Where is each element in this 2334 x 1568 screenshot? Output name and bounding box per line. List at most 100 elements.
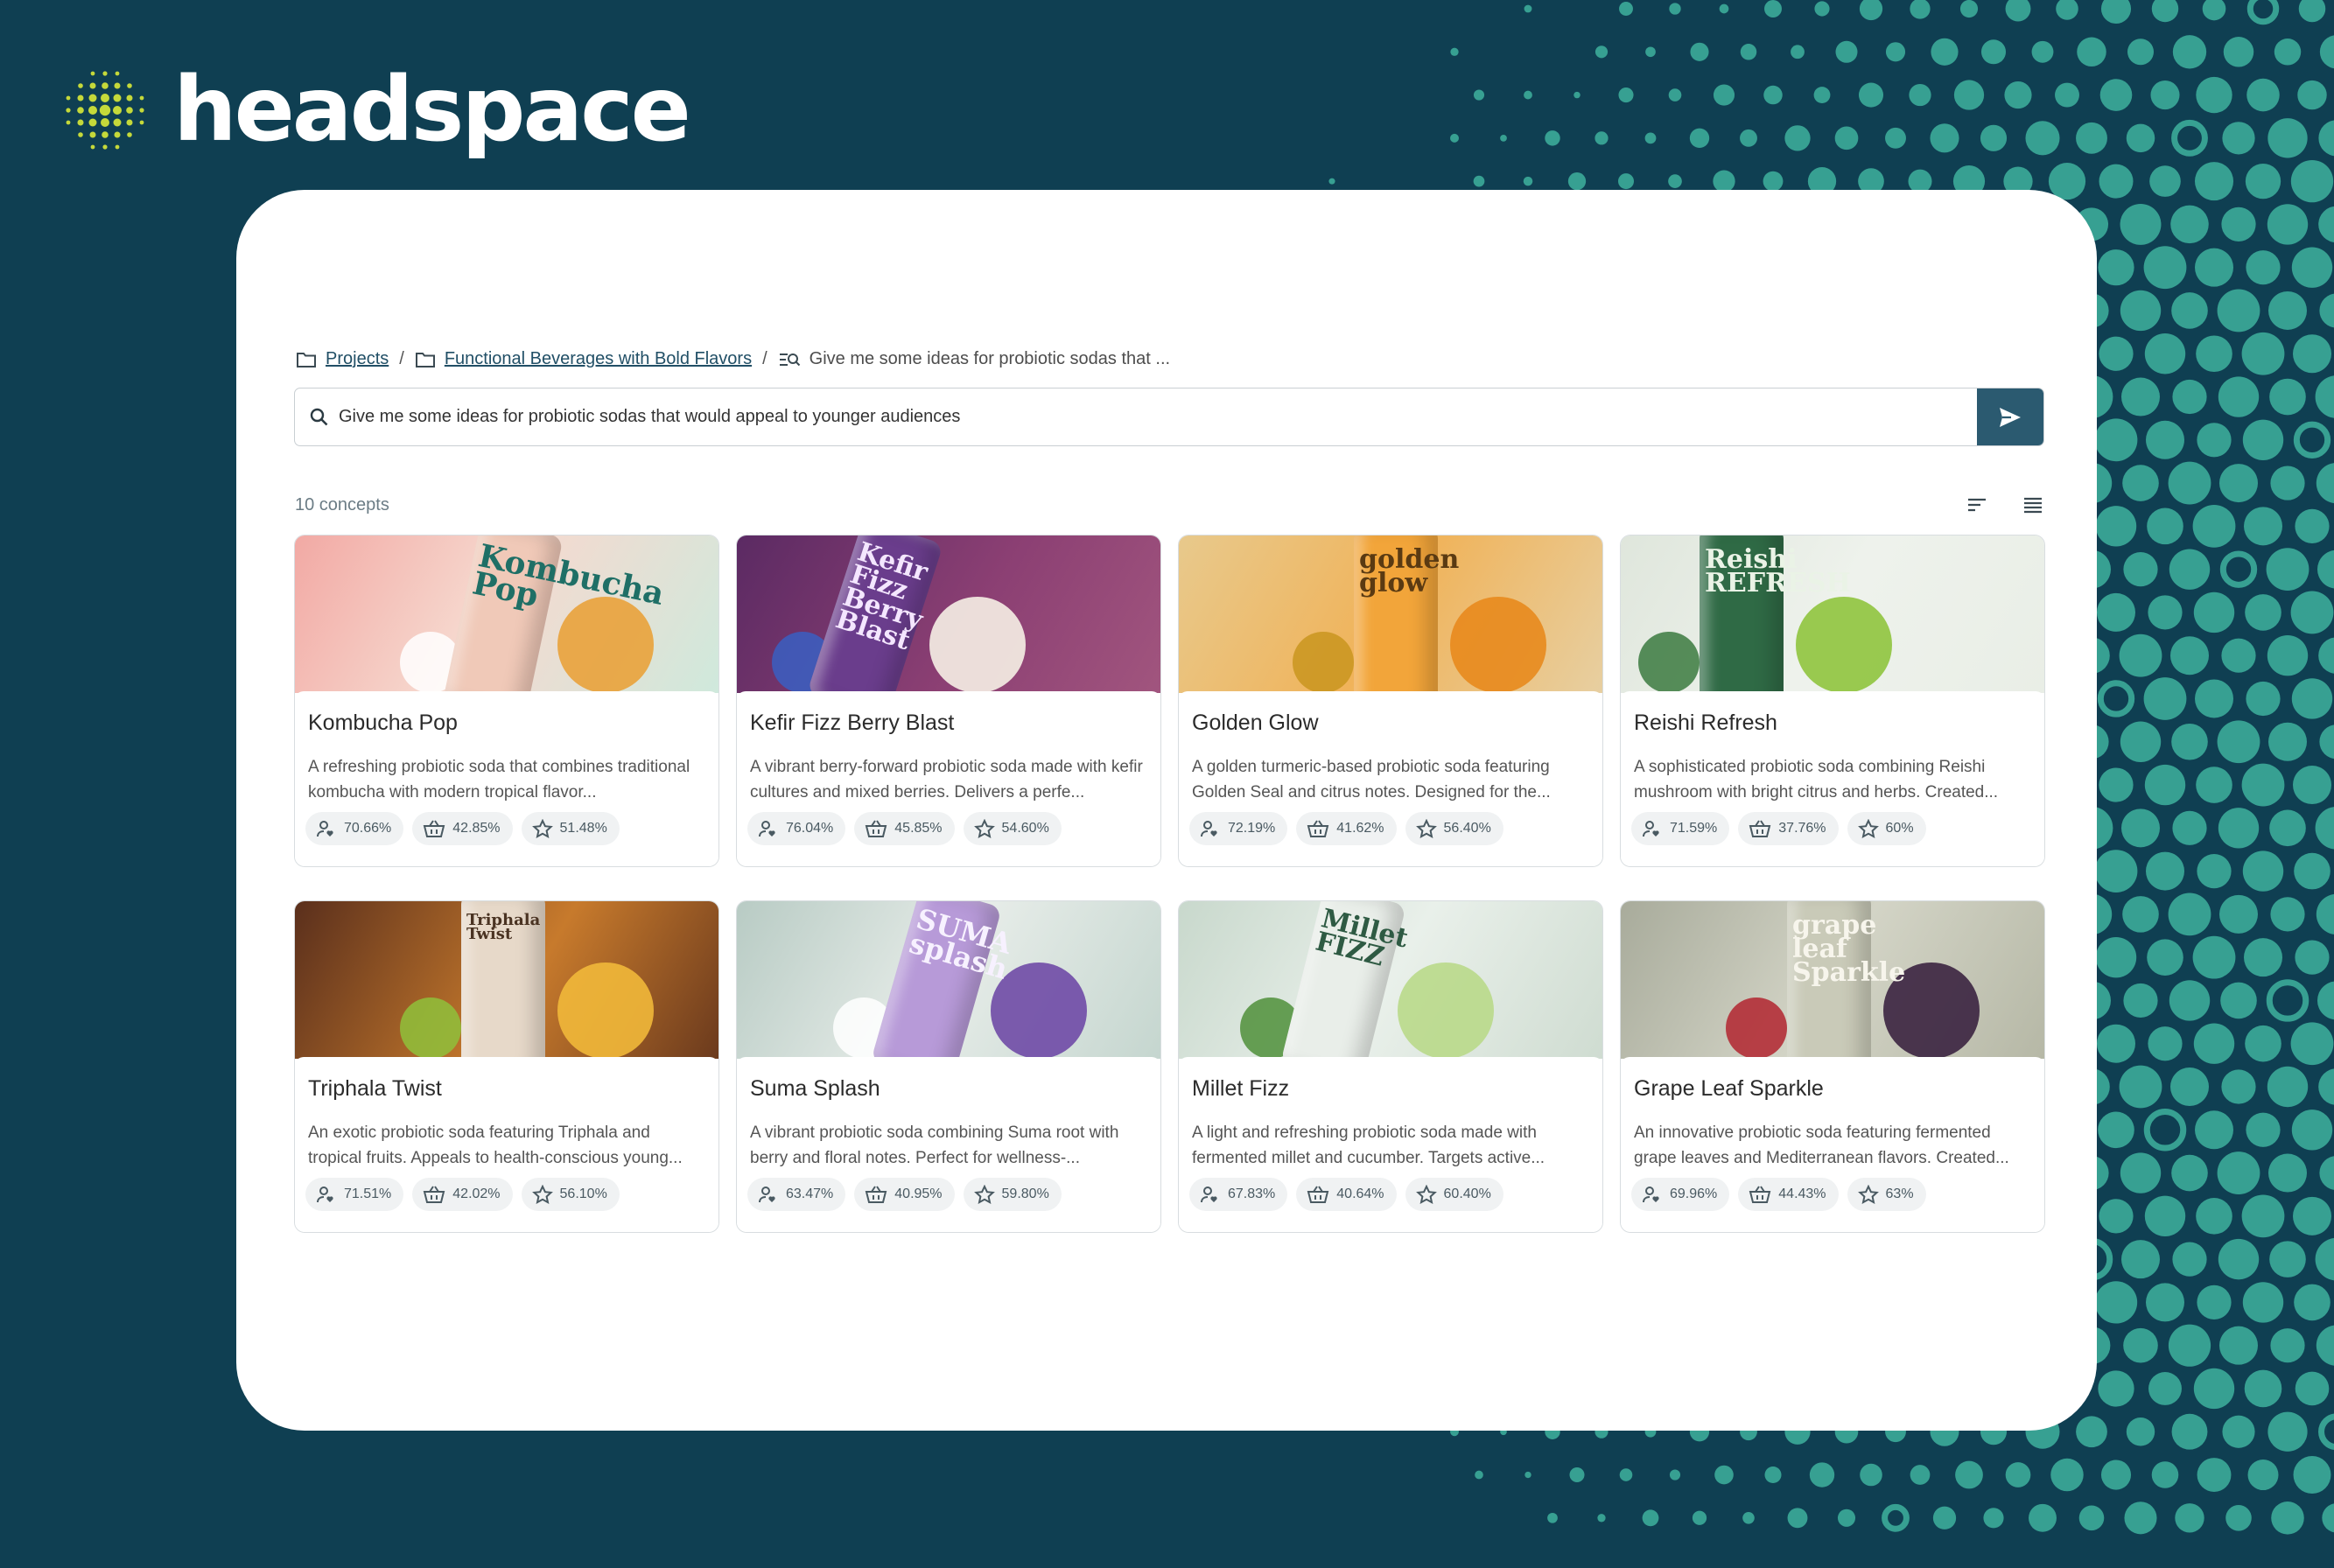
star-icon xyxy=(531,1185,553,1204)
metric-chip: 70.66% xyxy=(305,812,404,845)
concept-metrics: 71.51% 42.02% 56.10% xyxy=(305,1178,620,1211)
concept-description: A refreshing probiotic soda that combine… xyxy=(308,758,690,802)
fruit-decoration xyxy=(1638,632,1700,693)
metric-chip: 56.10% xyxy=(521,1178,620,1211)
concept-title: Reishi Refresh xyxy=(1634,710,1777,735)
metric-chip: 67.83% xyxy=(1189,1178,1288,1211)
concept-image: Millet FIZZ xyxy=(1179,901,1602,1059)
search-icon xyxy=(310,408,328,425)
soda-can: Triphala Twist xyxy=(461,901,545,1059)
concept-image: golden glow xyxy=(1179,536,1602,693)
metric-value: 60.40% xyxy=(1443,1186,1491,1201)
metric-value: 51.48% xyxy=(559,821,607,836)
metric-chip: 71.59% xyxy=(1631,812,1730,845)
metric-value: 41.62% xyxy=(1336,821,1384,836)
metric-chip: 71.51% xyxy=(305,1178,404,1211)
search-bar xyxy=(294,388,2044,446)
metric-chip: 60% xyxy=(1847,812,1926,845)
concept-title: Triphala Twist xyxy=(308,1076,442,1101)
metric-value: 44.43% xyxy=(1778,1186,1826,1201)
concept-metrics: 63.47% 40.95% 59.80% xyxy=(747,1178,1062,1211)
brand-name: headspace xyxy=(173,58,691,162)
metric-chip: 60.40% xyxy=(1405,1178,1503,1211)
concept-card-body: Kefir Fizz Berry Blast A vibrant berry-f… xyxy=(737,691,1160,866)
concept-card[interactable]: Millet FIZZ Millet Fizz A light and refre… xyxy=(1178,900,1603,1233)
concept-image: Kombucha Pop xyxy=(295,536,718,693)
basket-icon xyxy=(1749,820,1771,837)
concept-metrics: 70.66% 42.85% 51.48% xyxy=(305,812,620,845)
can-label-line: glow xyxy=(1359,568,1428,598)
concept-title: Grape Leaf Sparkle xyxy=(1634,1076,1824,1101)
concept-title: Kefir Fizz Berry Blast xyxy=(750,710,955,735)
concept-metrics: 69.96% 44.43% 63% xyxy=(1631,1178,1926,1211)
metric-chip: 72.19% xyxy=(1189,812,1288,845)
concept-metrics: 76.04% 45.85% 54.60% xyxy=(747,812,1062,845)
concept-description: A golden turmeric-based probiotic soda f… xyxy=(1192,758,1551,802)
search-input[interactable] xyxy=(330,388,1977,445)
soda-can: Millet FIZZ xyxy=(1280,901,1411,1059)
concept-card-body: Millet Fizz A light and refreshing probi… xyxy=(1179,1057,1602,1232)
basket-icon xyxy=(865,1186,887,1203)
can-label-line: Sparkle xyxy=(1792,957,1906,988)
breadcrumb: Projects / Functional Beverages with Bol… xyxy=(296,349,1170,369)
concept-card-body: Kombucha Pop A refreshing probiotic soda… xyxy=(295,691,718,866)
search-list-icon xyxy=(779,353,800,366)
concept-description: An innovative probiotic soda featuring f… xyxy=(1634,1124,2009,1167)
concept-card-body: Reishi Refresh A sophisticated probiotic… xyxy=(1621,691,2044,866)
concept-card[interactable]: Kombucha Pop Kombucha Pop A refreshing pr… xyxy=(294,535,719,867)
concept-image: Reishi REFRESH xyxy=(1621,536,2044,693)
metric-value: 37.76% xyxy=(1778,821,1826,836)
list-view-icon[interactable] xyxy=(2022,496,2043,514)
concept-image: Triphala Twist xyxy=(295,901,718,1059)
concept-card[interactable]: Triphala Twist Triphala Twist An exotic p… xyxy=(294,900,719,1233)
concept-image: Kefir Fizz Berry Blast xyxy=(737,536,1160,693)
breadcrumb-projects[interactable]: Projects xyxy=(326,349,389,369)
metric-value: 76.04% xyxy=(786,821,834,836)
metric-value: 71.51% xyxy=(344,1186,392,1201)
concept-count: 10 concepts xyxy=(295,494,389,514)
concept-card[interactable]: golden glow Golden Glow A golden turmeric… xyxy=(1178,535,1603,867)
star-icon xyxy=(1857,819,1879,838)
user-heart-icon xyxy=(1643,821,1659,837)
concept-title: Millet Fizz xyxy=(1192,1076,1290,1101)
metric-value: 69.96% xyxy=(1670,1186,1718,1201)
metric-chip: 56.40% xyxy=(1405,812,1503,845)
concept-card[interactable]: Kefir Fizz Berry Blast Kefir Fizz Berry Bla… xyxy=(736,535,1161,867)
sort-icon[interactable] xyxy=(1966,496,1987,514)
send-button[interactable] xyxy=(1977,388,2043,445)
metric-value: 59.80% xyxy=(1001,1186,1049,1201)
concept-description: A vibrant berry-forward probiotic soda m… xyxy=(750,758,1143,802)
breadcrumb-separator: / xyxy=(762,349,767,368)
metric-chip: 37.76% xyxy=(1738,812,1839,845)
soda-can: grape leaf Sparkle xyxy=(1787,901,1905,1059)
concept-image: SUMA splash xyxy=(737,901,1160,1059)
brand-logo: headspace xyxy=(60,58,691,162)
metric-chip: 69.96% xyxy=(1631,1178,1730,1211)
basket-icon xyxy=(1749,1186,1771,1203)
basket-icon xyxy=(423,1186,445,1203)
fruit-decoration xyxy=(1726,998,1787,1059)
concept-card[interactable]: SUMA splash Suma Splash A vibrant probiot… xyxy=(736,900,1161,1233)
star-icon xyxy=(973,819,995,838)
metric-value: 42.02% xyxy=(452,1186,501,1201)
metric-chip: 42.02% xyxy=(412,1178,513,1211)
results-toolbar: 10 concepts xyxy=(295,487,2043,522)
fruit-decoration xyxy=(1398,962,1494,1059)
concept-metrics: 72.19% 41.62% 56.40% xyxy=(1189,812,1503,845)
user-heart-icon xyxy=(1201,821,1217,837)
breadcrumb-project[interactable]: Functional Beverages with Bold Flavors xyxy=(445,349,752,369)
concept-card-body: Grape Leaf Sparkle An innovative probiot… xyxy=(1621,1057,2044,1232)
metric-value: 60% xyxy=(1885,821,1914,836)
concept-description: A vibrant probiotic soda combining Suma … xyxy=(750,1124,1119,1167)
star-icon xyxy=(1415,1185,1437,1204)
metric-chip: 41.62% xyxy=(1296,812,1397,845)
metric-value: 63.47% xyxy=(786,1186,834,1201)
main-panel: Projects / Functional Beverages with Bol… xyxy=(236,190,2097,1431)
basket-icon xyxy=(865,820,887,837)
concept-card[interactable]: grape leaf Sparkle Grape Leaf Sparkle An i… xyxy=(1620,900,2045,1233)
basket-icon xyxy=(1307,820,1329,837)
send-icon xyxy=(2000,407,2021,427)
metric-value: 40.64% xyxy=(1336,1186,1384,1201)
metric-value: 42.85% xyxy=(452,821,501,836)
concept-card[interactable]: Reishi REFRESH Reishi Refresh A sophistic… xyxy=(1620,535,2045,867)
